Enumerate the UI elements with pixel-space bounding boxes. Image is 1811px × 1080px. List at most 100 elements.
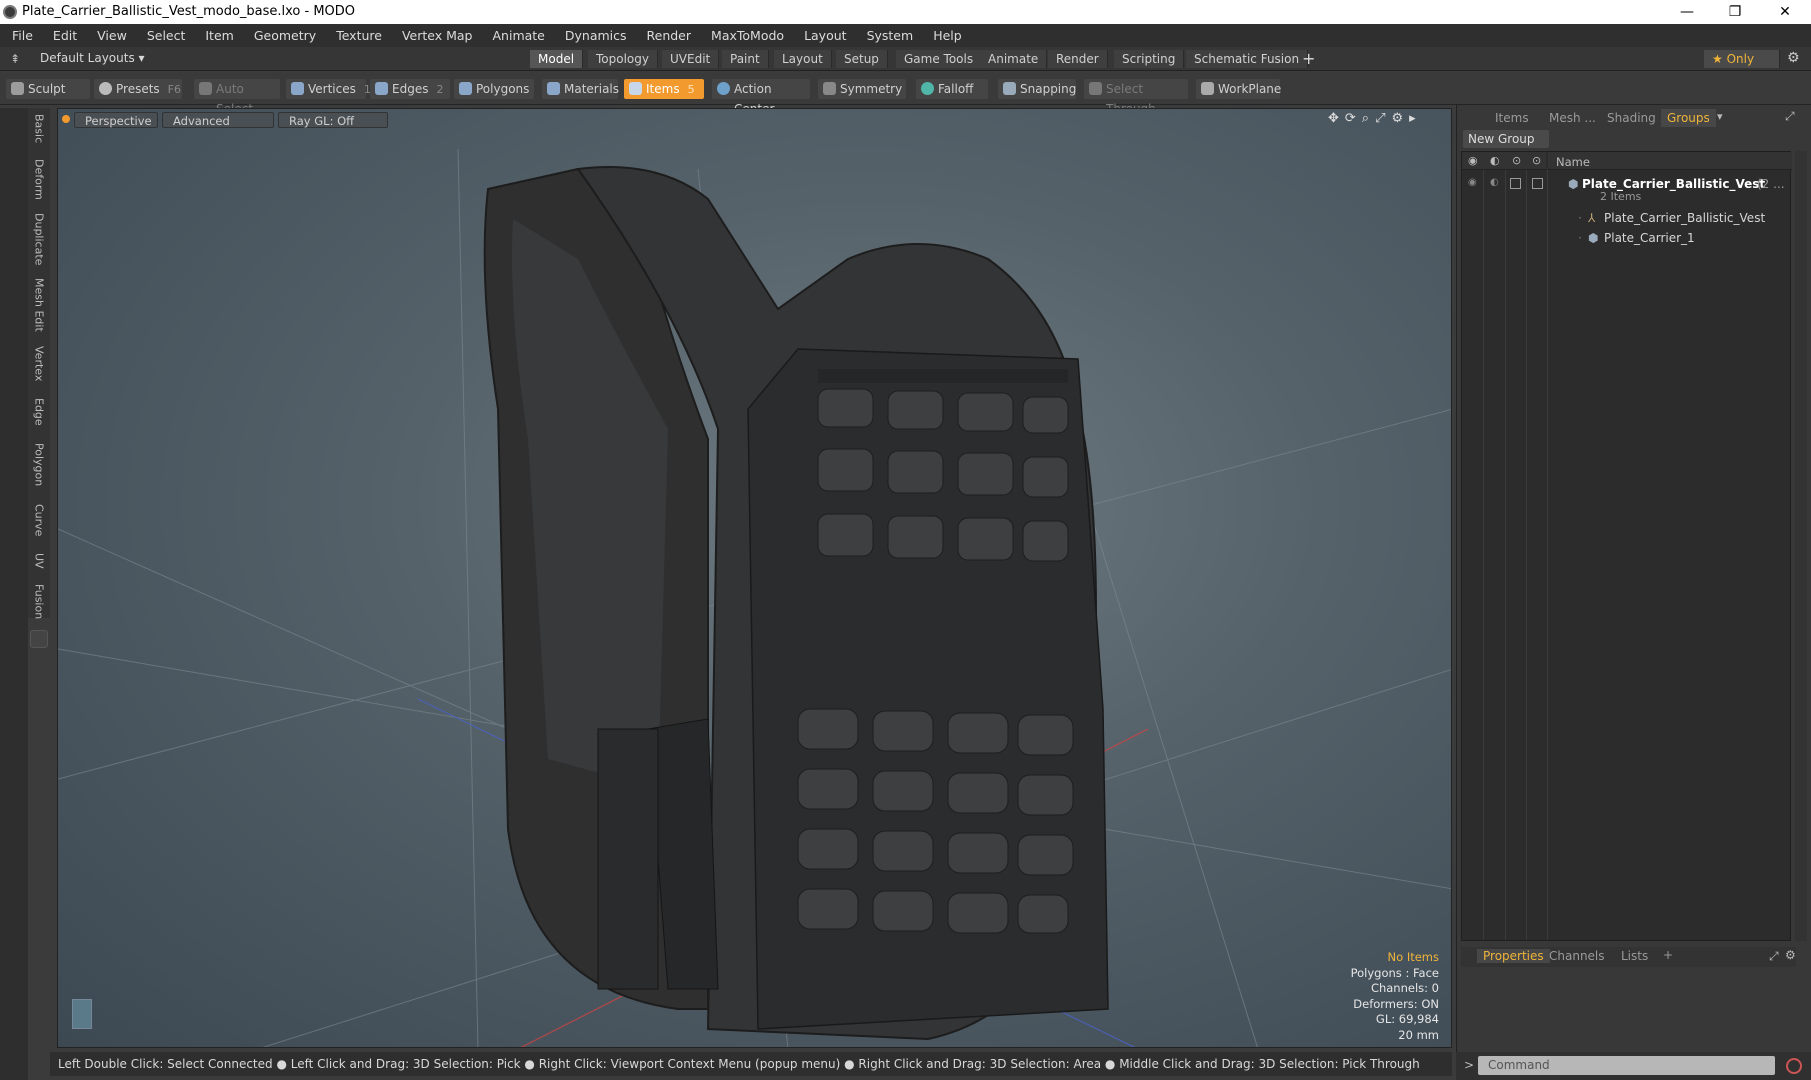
select-through-icon [1089, 82, 1102, 95]
close-button[interactable]: ✕ [1762, 0, 1808, 24]
tabs-dropdown-icon[interactable]: ▾ [1717, 110, 1723, 123]
lock-checkbox[interactable] [1510, 178, 1521, 189]
command-stop-icon[interactable] [1786, 1058, 1802, 1074]
tab-groups[interactable]: Groups [1661, 109, 1716, 127]
workplane-button[interactable]: WorkPlane [1196, 79, 1281, 99]
vertices-button[interactable]: Vertices 1 [286, 79, 371, 99]
menu-system[interactable]: System [867, 28, 914, 43]
vtab-fusion[interactable]: Fusion [28, 580, 50, 624]
menu-geometry[interactable]: Geometry [254, 28, 316, 43]
tab-items[interactable]: Items [1489, 109, 1535, 127]
menu-view[interactable]: View [97, 28, 127, 43]
minimize-button[interactable]: — [1664, 0, 1710, 24]
tab-channels[interactable]: Channels [1549, 949, 1605, 963]
gear-icon[interactable]: ⚙ [1785, 948, 1796, 962]
add-tab-button[interactable]: + [1302, 49, 1315, 68]
expand-panel-icon[interactable]: ⤢ [1769, 949, 1779, 964]
tab-schematic-fusion[interactable]: Schematic Fusion [1186, 50, 1309, 68]
new-group-button[interactable]: New Group [1463, 130, 1549, 148]
tab-setup[interactable]: Setup [836, 50, 888, 68]
symmetry-icon [823, 82, 836, 95]
only-button[interactable]: ★ Only [1704, 50, 1780, 68]
select-checkbox[interactable] [1532, 178, 1543, 189]
polygons-info: Polygons : Face [1350, 965, 1439, 980]
plate-carrier-vest-model[interactable] [483, 166, 1109, 1041]
command-input[interactable]: Command [1478, 1056, 1775, 1075]
menu-item[interactable]: Item [205, 28, 233, 43]
command-bar: > Command [1456, 1052, 1811, 1080]
falloff-button[interactable]: Falloff [916, 79, 988, 99]
tab-topology[interactable]: Topology [588, 50, 658, 68]
render-icon[interactable]: ◐ [1490, 177, 1499, 188]
restore-button[interactable]: ❐ [1712, 0, 1758, 24]
tab-render[interactable]: Render [1048, 50, 1108, 68]
edges-button[interactable]: Edges 2 [370, 79, 450, 99]
menu-maxtomodo[interactable]: MaxToModo [711, 28, 784, 43]
menu-animate[interactable]: Animate [493, 28, 545, 43]
list-item[interactable]: · ⬢ Plate_Carrier_1 [1462, 228, 1792, 248]
symmetry-button[interactable]: Symmetry [818, 79, 906, 99]
menu-help[interactable]: Help [933, 28, 962, 43]
tabs-options-button[interactable] [30, 630, 48, 648]
menu-file[interactable]: File [12, 28, 33, 43]
vtab-polygon[interactable]: Polygon [28, 436, 50, 494]
mesh-icon: ⬢ [1588, 231, 1599, 245]
vtab-mesh-edit[interactable]: Mesh Edit [28, 274, 50, 336]
menu-select[interactable]: Select [147, 28, 186, 43]
name-column-header[interactable]: Name [1548, 152, 1792, 170]
menu-layout[interactable]: Layout [804, 28, 847, 43]
materials-button[interactable]: Materials [542, 79, 619, 99]
item-name: Plate_Carrier_Ballistic_Vest [1604, 211, 1766, 225]
render-icon[interactable]: ◐ [1490, 154, 1500, 167]
tool-tabs: Basic Deform Duplicate Mesh Edit Vertex … [28, 108, 50, 620]
gear-icon[interactable]: ⚙ [1787, 50, 1800, 66]
add-tab-button[interactable]: + [1663, 948, 1673, 962]
tab-scripting[interactable]: Scripting [1114, 50, 1185, 68]
workplane-icon [1201, 82, 1214, 95]
menu-texture[interactable]: Texture [336, 28, 382, 43]
vtab-edge[interactable]: Edge [28, 392, 50, 432]
tab-paint[interactable]: Paint [722, 50, 769, 68]
menu-dynamics[interactable]: Dynamics [565, 28, 627, 43]
tab-uvedit[interactable]: UVEdit [662, 50, 720, 68]
tab-model[interactable]: Model [530, 50, 584, 68]
polygons-button[interactable]: Polygons [454, 79, 534, 99]
presets-button[interactable]: Presets F6 [94, 79, 182, 99]
auto-select-button[interactable]: Auto Select [194, 79, 280, 116]
eye-icon[interactable]: ◉ [1468, 154, 1478, 167]
vtab-vertex[interactable]: Vertex [28, 340, 50, 388]
vtab-deform[interactable]: Deform [28, 154, 50, 204]
3d-viewport[interactable]: Perspective Advanced Ray GL: Off ✥⟳⌕⤢⚙▸ … [57, 108, 1452, 1048]
vtab-duplicate[interactable]: Duplicate [28, 208, 50, 270]
vertices-icon [291, 82, 304, 95]
snapping-button[interactable]: Snapping [998, 79, 1076, 99]
vtab-curve[interactable]: Curve [28, 498, 50, 542]
group-count-row: 2 Items [1600, 190, 1642, 203]
select-through-button[interactable]: Select Through [1084, 79, 1188, 116]
lock-icon[interactable]: ⊙ [1512, 154, 1521, 167]
expand-panel-icon[interactable]: ⤢ [1785, 109, 1795, 124]
select-icon[interactable]: ⊙ [1532, 154, 1541, 167]
tab-layout[interactable]: Layout [774, 50, 832, 68]
tab-lists[interactable]: Lists [1621, 949, 1648, 963]
collapse-icon[interactable]: ⇞ [10, 52, 20, 66]
list-scrollbar[interactable] [1795, 151, 1807, 941]
vtab-basic[interactable]: Basic [28, 108, 50, 150]
auto-select-icon [199, 82, 212, 95]
items-button[interactable]: Items 5 [624, 79, 704, 99]
list-item[interactable]: · ⅄ Plate_Carrier_Ballistic_Vest [1462, 208, 1792, 228]
default-layouts-dropdown[interactable]: Default Layouts ▾ [40, 51, 145, 65]
action-center-button[interactable]: Action Center [712, 79, 810, 116]
vtab-uv[interactable]: UV [28, 546, 50, 576]
menu-render[interactable]: Render [647, 28, 692, 43]
tab-game-tools[interactable]: Game Tools [896, 50, 983, 68]
tab-animate[interactable]: Animate [980, 50, 1048, 68]
tab-shading[interactable]: Shading [1601, 109, 1662, 127]
tab-mesh[interactable]: Mesh ... [1543, 109, 1602, 127]
sculpt-button[interactable]: Sculpt [6, 79, 90, 99]
menu-edit[interactable]: Edit [53, 28, 77, 43]
status-bar: Left Double Click: Select Connected ● Le… [50, 1052, 1452, 1076]
tab-properties[interactable]: Properties [1477, 949, 1550, 963]
menu-vertex-map[interactable]: Vertex Map [402, 28, 473, 43]
eye-icon[interactable]: ◉ [1468, 177, 1477, 188]
